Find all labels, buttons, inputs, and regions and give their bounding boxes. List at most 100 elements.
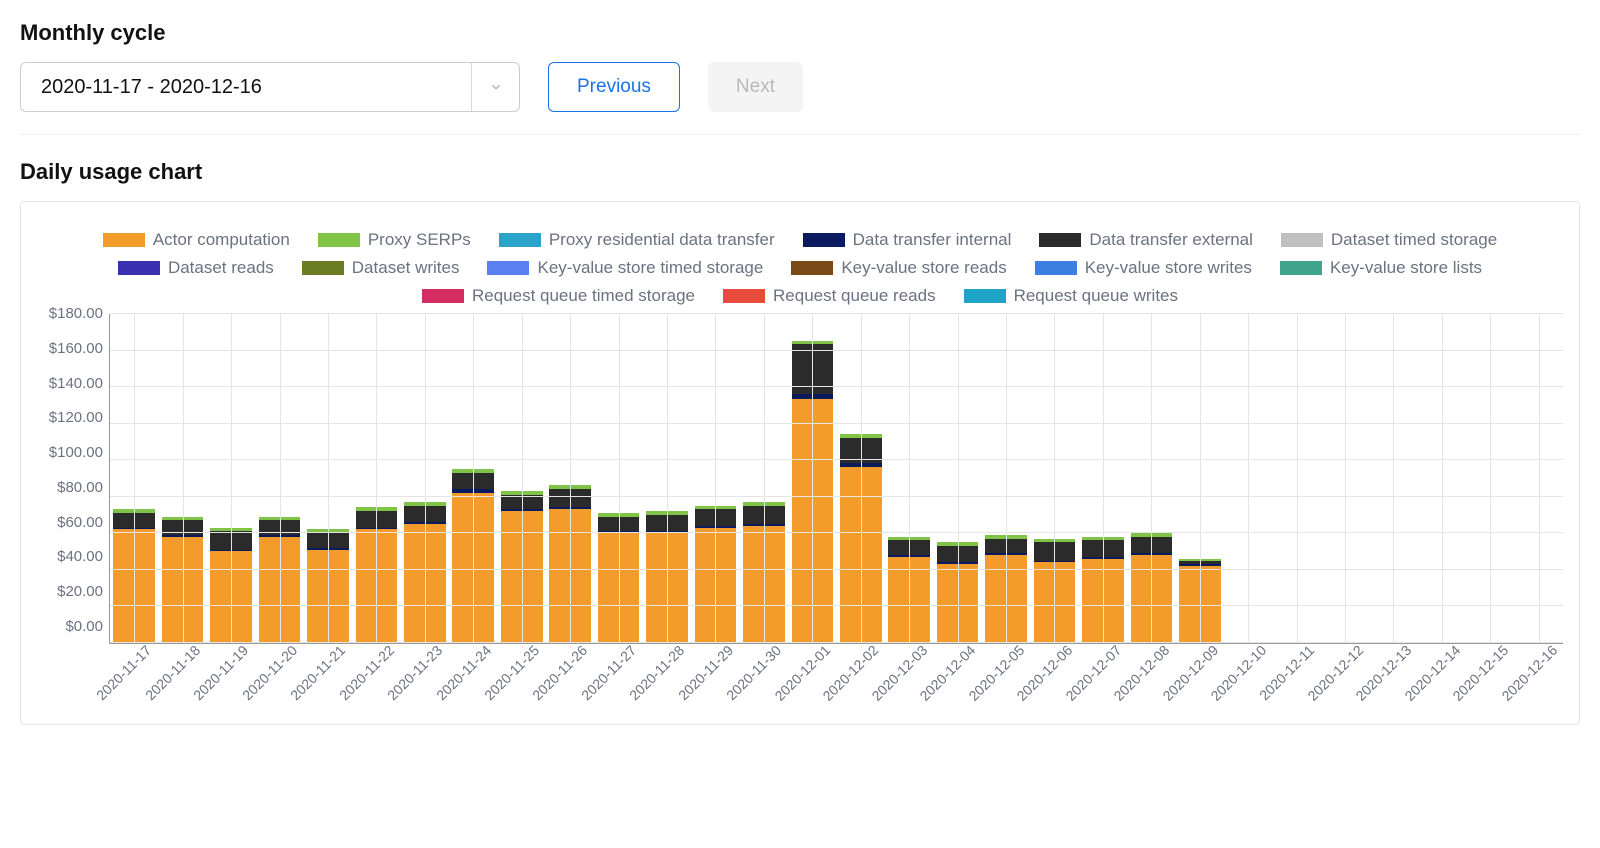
legend-item[interactable]: Dataset writes [302,258,460,278]
legend-item[interactable]: Proxy SERPs [318,230,471,250]
x-tick: 2020-11-29 [691,644,739,716]
x-tick: 2020-12-16 [1515,644,1563,716]
x-tick: 2020-12-03 [885,644,933,716]
gridline-v [1393,314,1394,643]
y-tick-label: $0.00 [65,618,103,635]
y-tick-label: $80.00 [57,479,103,496]
x-tick: 2020-12-07 [1078,644,1126,716]
legend-item[interactable]: Request queue writes [964,286,1178,306]
legend-swatch [103,233,145,247]
x-tick: 2020-12-01 [788,644,836,716]
legend-label: Key-value store reads [841,258,1006,278]
legend-item[interactable]: Data transfer internal [803,230,1012,250]
legend-item[interactable]: Request queue timed storage [422,286,695,306]
monthly-cycle-heading: Monthly cycle [20,20,1580,46]
legend-item[interactable]: Key-value store reads [791,258,1006,278]
y-tick-label: $20.00 [57,583,103,600]
gridline-v [522,314,523,643]
gridline-v [1006,314,1007,643]
x-tick: 2020-12-06 [1030,644,1078,716]
legend-label: Dataset timed storage [1331,230,1497,250]
gridline-v [1490,314,1491,643]
legend-label: Dataset reads [168,258,274,278]
gridline-v [1151,314,1152,643]
legend-label: Data transfer external [1089,230,1252,250]
y-tick-label: $140.00 [49,375,103,392]
x-tick: 2020-12-14 [1418,644,1466,716]
legend-swatch [1280,261,1322,275]
legend-swatch [964,289,1006,303]
gridline-v [183,314,184,643]
gridline-v [425,314,426,643]
cycle-range-value: 2020-11-17 - 2020-12-16 [41,76,262,99]
x-tick: 2020-11-26 [545,644,593,716]
legend-item[interactable]: Proxy residential data transfer [499,230,775,250]
legend-item[interactable]: Key-value store lists [1280,258,1482,278]
gridline-v [1200,314,1201,643]
legend-item[interactable]: Data transfer external [1039,230,1252,250]
x-tick: 2020-11-25 [497,644,545,716]
legend-swatch [803,233,845,247]
legend-item[interactable]: Dataset reads [118,258,274,278]
gridline-v [812,314,813,643]
legend-label: Dataset writes [352,258,460,278]
divider [20,134,1580,135]
chart-card: Actor computation Proxy SERPs Proxy reside… [20,201,1580,725]
x-tick: 2020-12-05 [981,644,1029,716]
legend-label: Proxy SERPs [368,230,471,250]
chevron-down-icon [471,63,519,111]
legend-label: Key-value store timed storage [537,258,763,278]
gridline-v [958,314,959,643]
gridline-v [1539,314,1540,643]
x-tick: 2020-12-15 [1466,644,1514,716]
gridline-v [280,314,281,643]
legend-label: Data transfer internal [853,230,1012,250]
x-tick: 2020-11-17 [109,644,157,716]
plot-area [109,314,1563,644]
legend-swatch [118,261,160,275]
gridline-v [1442,314,1443,643]
legend-label: Request queue timed storage [472,286,695,306]
legend-swatch [318,233,360,247]
legend-swatch [1035,261,1077,275]
y-axis: $180.00$160.00$140.00$120.00$100.00$80.0… [37,305,109,635]
gridline-v [1103,314,1104,643]
gridline-v [473,314,474,643]
gridline-v [861,314,862,643]
legend-item[interactable]: Key-value store writes [1035,258,1252,278]
y-tick-label: $120.00 [49,409,103,426]
legend-swatch [422,289,464,303]
y-tick-label: $40.00 [57,548,103,565]
gridline-v [1345,314,1346,643]
gridline-v [231,314,232,643]
gridline-v [764,314,765,643]
x-tick: 2020-12-11 [1272,644,1320,716]
legend-swatch [791,261,833,275]
legend-item[interactable]: Request queue reads [723,286,936,306]
previous-button[interactable]: Previous [548,62,680,112]
y-tick-label: $180.00 [49,305,103,322]
x-tick: 2020-12-12 [1321,644,1369,716]
legend-swatch [499,233,541,247]
gridline-v [1054,314,1055,643]
gridline-v [376,314,377,643]
cycle-range-select[interactable]: 2020-11-17 - 2020-12-16 [20,62,520,112]
legend-swatch [487,261,529,275]
legend-label: Key-value store lists [1330,258,1482,278]
y-tick-label: $160.00 [49,340,103,357]
legend-item[interactable]: Actor computation [103,230,290,250]
x-tick: 2020-12-02 [836,644,884,716]
x-axis: 2020-11-172020-11-182020-11-192020-11-20… [109,644,1563,716]
gridline-v [667,314,668,643]
legend-item[interactable]: Key-value store timed storage [487,258,763,278]
gridline-v [1297,314,1298,643]
gridline-v [328,314,329,643]
x-tick: 2020-11-27 [594,644,642,716]
legend-item[interactable]: Dataset timed storage [1281,230,1497,250]
gridline-v [1248,314,1249,643]
gridline-v [909,314,910,643]
legend-swatch [1039,233,1081,247]
legend-label: Key-value store writes [1085,258,1252,278]
gridline-v [619,314,620,643]
legend-swatch [723,289,765,303]
